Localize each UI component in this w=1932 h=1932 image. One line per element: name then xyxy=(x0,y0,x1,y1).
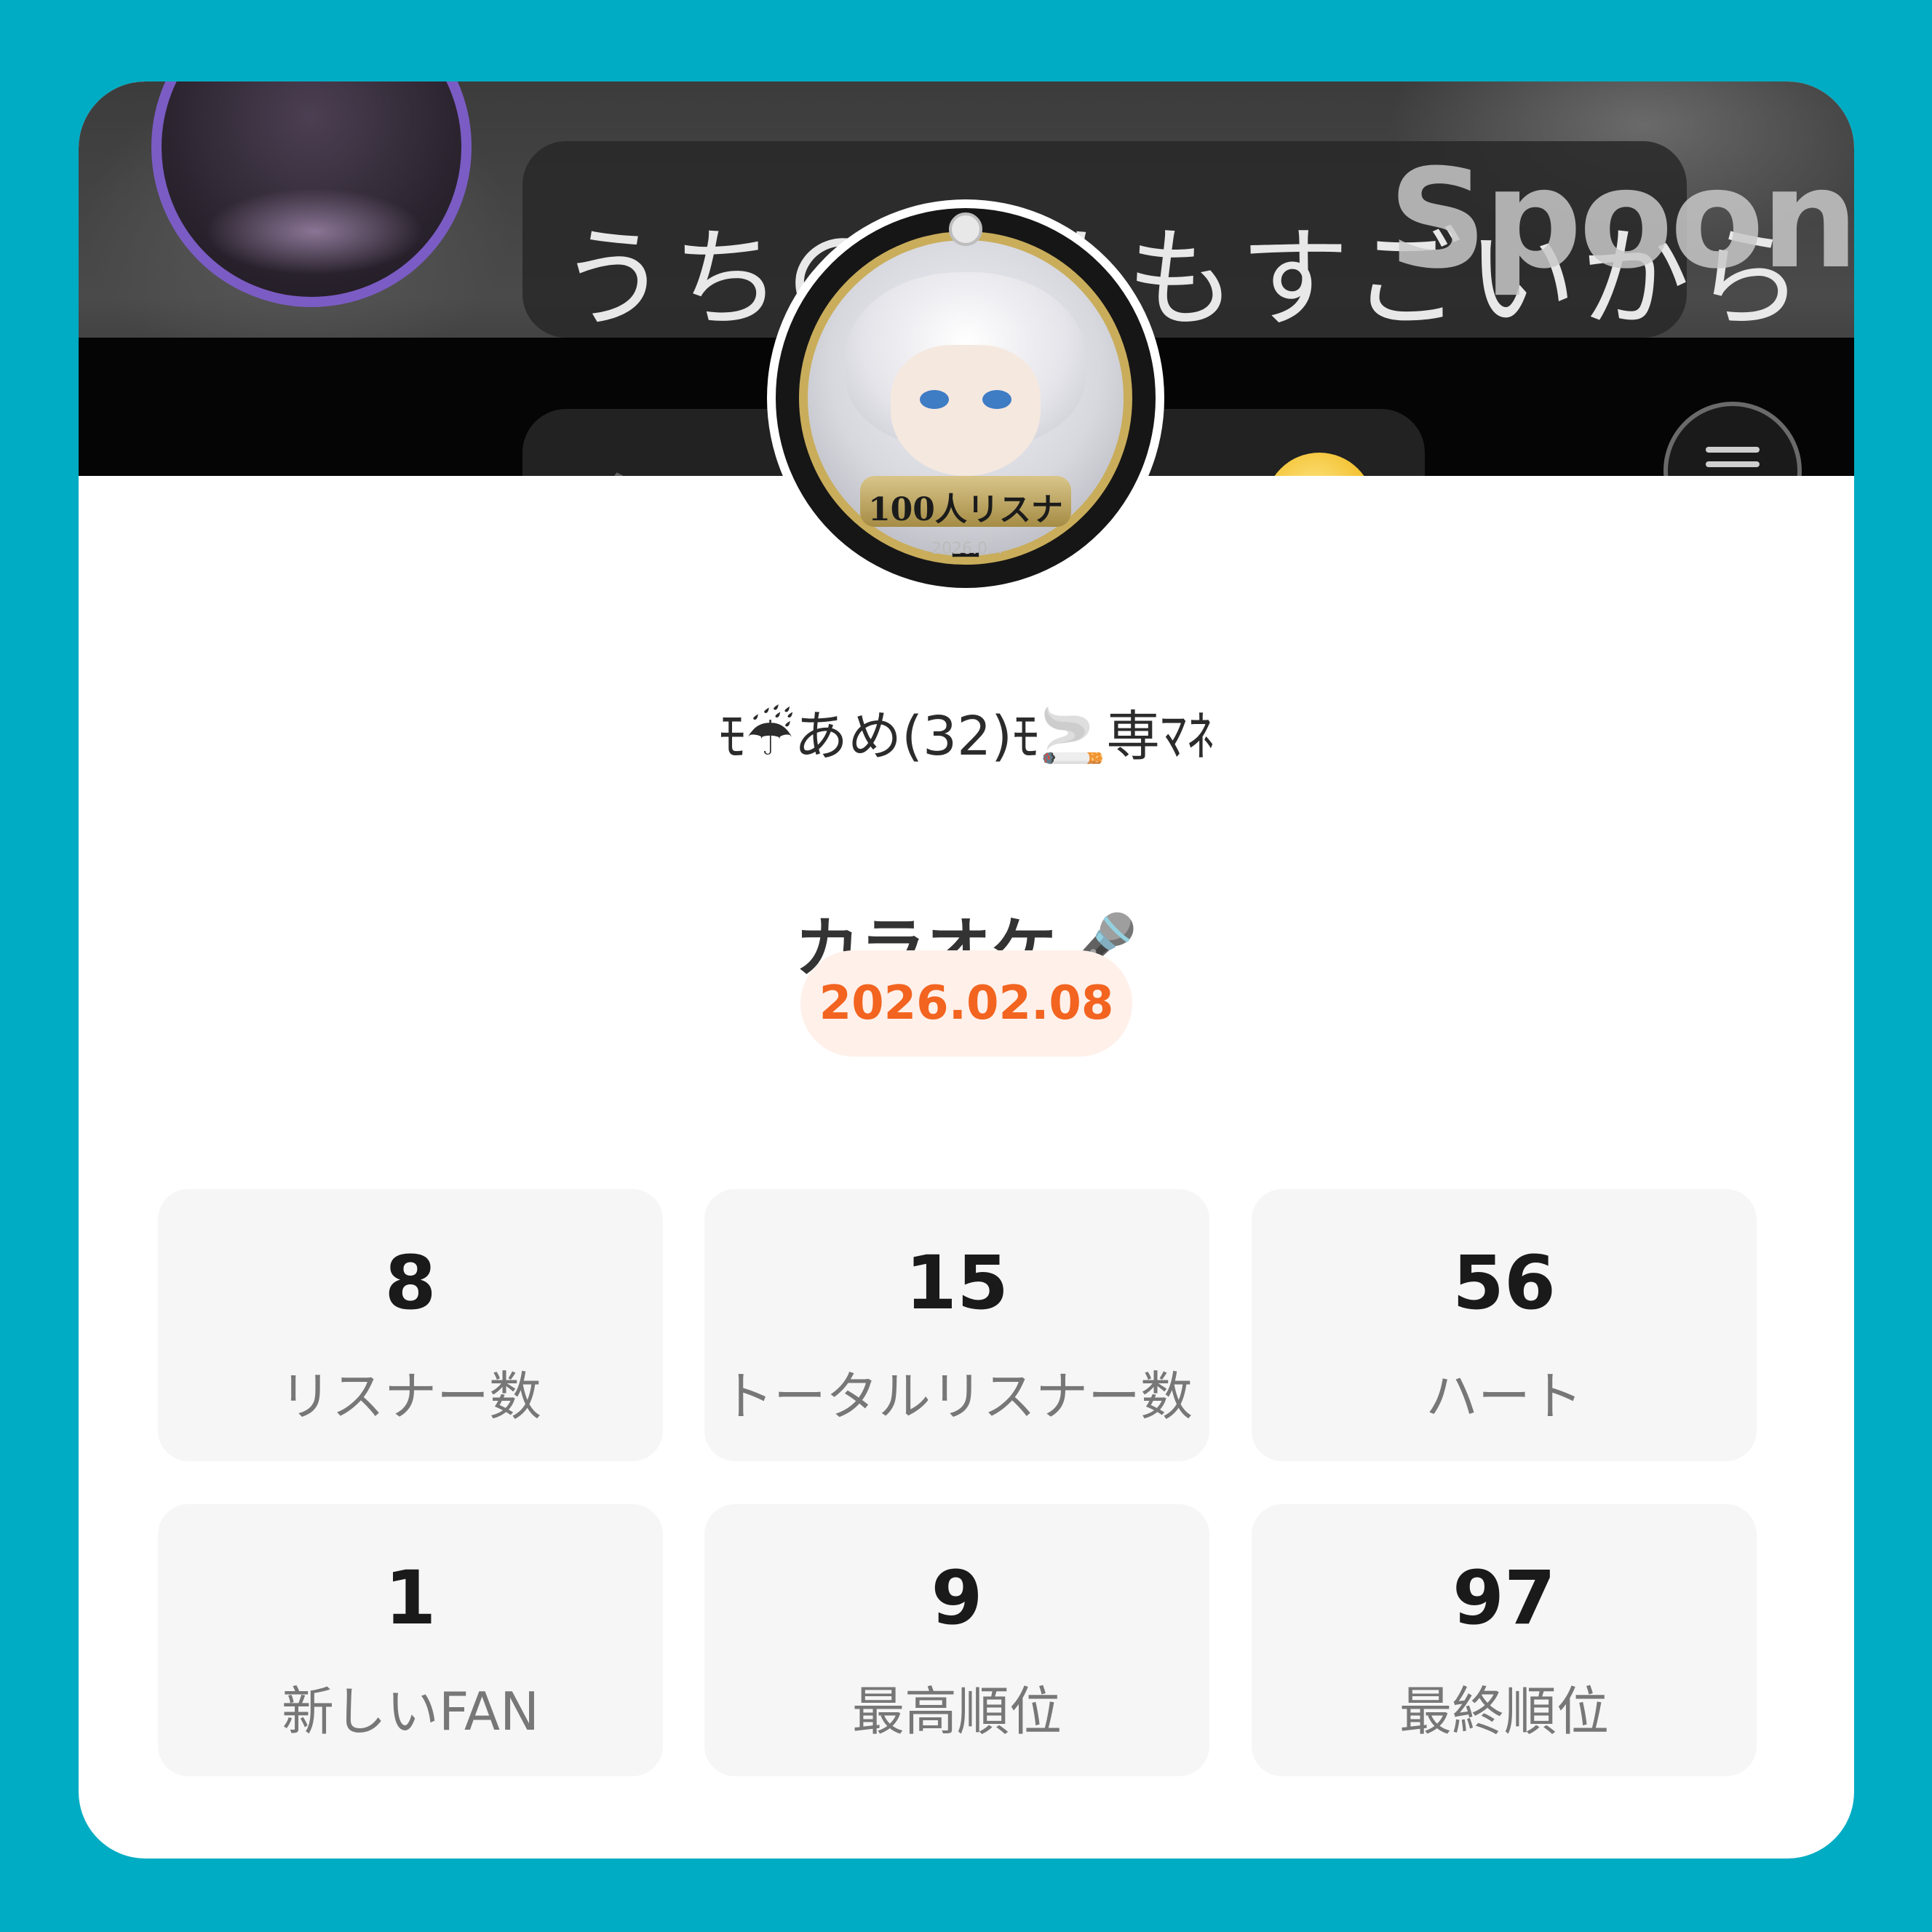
crown-icon xyxy=(949,212,982,246)
stat-label: ハート xyxy=(1425,1366,1583,1427)
spoon-logo: Spoon xyxy=(1388,140,1854,299)
stat-value: 1 xyxy=(384,1555,437,1642)
profile-avatar[interactable]: 100人リスナー 2026.0... xyxy=(767,199,1164,597)
stat-hearts: 56 ハート xyxy=(1252,1189,1757,1461)
date-badge: 2026.02.08 xyxy=(800,950,1132,1057)
stat-label: リスナー数 xyxy=(279,1366,541,1427)
live-summary-card: うちのあめもすごいから 今日も頑張ります Spoon 100人リスナー 2026… xyxy=(79,82,1854,1859)
stat-value: 56 xyxy=(1452,1240,1556,1327)
username: ﾓ☔あめ(32)ﾓ🚬専ﾏﾈ xyxy=(718,705,1215,768)
stat-value: 9 xyxy=(931,1555,983,1642)
stat-label: 最終順位 xyxy=(1399,1681,1609,1742)
stat-label: トータルリスナー数 xyxy=(720,1366,1193,1427)
stat-listeners: 8 リスナー数 xyxy=(158,1189,663,1461)
stat-value: 15 xyxy=(905,1240,1009,1327)
stat-new-fans: 1 新しいFAN xyxy=(158,1504,663,1776)
stat-value: 8 xyxy=(384,1240,437,1327)
stat-highest-rank: 9 最高順位 xyxy=(704,1504,1209,1776)
stat-total-listeners: 15 トータルリスナー数 xyxy=(704,1189,1209,1461)
avatar-badge-text: 100人リスナー xyxy=(868,491,1063,575)
date-text: 2026.02.08 xyxy=(819,977,1114,1030)
stat-label: 新しいFAN xyxy=(282,1681,539,1742)
stat-value: 97 xyxy=(1452,1555,1556,1642)
avatar-badge-date: 2026.0... xyxy=(931,540,1003,558)
stat-final-rank: 97 最終順位 xyxy=(1252,1504,1757,1776)
menu-icon xyxy=(1706,447,1760,453)
stat-label: 最高順位 xyxy=(851,1681,1062,1742)
